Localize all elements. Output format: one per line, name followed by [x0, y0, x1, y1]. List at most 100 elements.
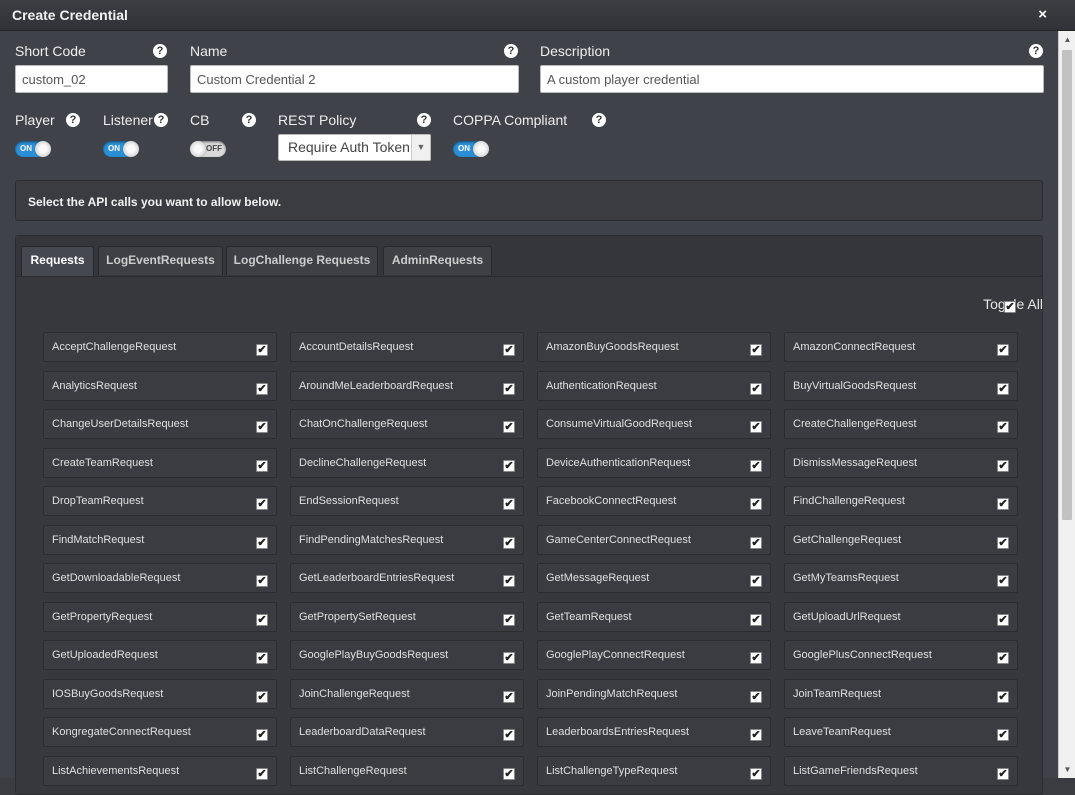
request-checkbox[interactable]: ✔ — [750, 344, 762, 356]
coppa-toggle[interactable]: ON — [453, 141, 489, 157]
request-item[interactable]: GooglePlayConnectRequest ✔ — [537, 640, 771, 670]
tab-log-event-requests[interactable]: LogEventRequests — [98, 246, 223, 275]
request-item[interactable]: FindMatchRequest ✔ — [43, 525, 277, 555]
request-checkbox[interactable]: ✔ — [750, 614, 762, 626]
cb-toggle[interactable]: OFF — [190, 141, 226, 157]
vertical-scrollbar[interactable]: ▲ ▼ — [1058, 31, 1075, 778]
request-checkbox[interactable]: ✔ — [503, 344, 515, 356]
request-item[interactable]: DropTeamRequest ✔ — [43, 486, 277, 516]
scroll-up-icon[interactable]: ▲ — [1059, 31, 1075, 48]
request-item[interactable]: CreateTeamRequest ✔ — [43, 448, 277, 478]
rest-policy-help-icon[interactable]: ? — [417, 113, 431, 127]
request-item[interactable]: GetLeaderboardEntriesRequest ✔ — [290, 563, 524, 593]
close-icon[interactable]: × — [1038, 6, 1047, 23]
listener-help-icon[interactable]: ? — [154, 113, 168, 127]
request-checkbox[interactable]: ✔ — [750, 421, 762, 433]
request-checkbox[interactable]: ✔ — [256, 344, 268, 356]
request-checkbox[interactable]: ✔ — [750, 768, 762, 780]
cb-help-icon[interactable]: ? — [242, 113, 256, 127]
request-checkbox[interactable]: ✔ — [750, 460, 762, 472]
request-checkbox[interactable]: ✔ — [997, 729, 1009, 741]
description-input[interactable] — [540, 65, 1044, 93]
request-item[interactable]: AuthenticationRequest ✔ — [537, 371, 771, 401]
request-checkbox[interactable]: ✔ — [997, 575, 1009, 587]
name-help-icon[interactable]: ? — [504, 44, 518, 58]
request-item[interactable]: DismissMessageRequest ✔ — [784, 448, 1018, 478]
request-item[interactable]: GetPropertySetRequest ✔ — [290, 602, 524, 632]
request-item[interactable]: AnalyticsRequest ✔ — [43, 371, 277, 401]
request-checkbox[interactable]: ✔ — [256, 691, 268, 703]
short-code-input[interactable] — [15, 65, 168, 93]
request-checkbox[interactable]: ✔ — [997, 498, 1009, 510]
request-checkbox[interactable]: ✔ — [256, 421, 268, 433]
request-item[interactable]: LeaderboardDataRequest ✔ — [290, 717, 524, 747]
request-checkbox[interactable]: ✔ — [750, 575, 762, 587]
request-checkbox[interactable]: ✔ — [503, 768, 515, 780]
request-item[interactable]: GetUploadedRequest ✔ — [43, 640, 277, 670]
request-checkbox[interactable]: ✔ — [256, 768, 268, 780]
request-checkbox[interactable]: ✔ — [256, 575, 268, 587]
request-checkbox[interactable]: ✔ — [750, 383, 762, 395]
request-item[interactable]: ConsumeVirtualGoodRequest ✔ — [537, 409, 771, 439]
request-checkbox[interactable]: ✔ — [503, 383, 515, 395]
request-item[interactable]: JoinChallengeRequest ✔ — [290, 679, 524, 709]
request-item[interactable]: CreateChallengeRequest ✔ — [784, 409, 1018, 439]
player-toggle[interactable]: ON — [15, 141, 51, 157]
request-checkbox[interactable]: ✔ — [997, 460, 1009, 472]
request-checkbox[interactable]: ✔ — [503, 498, 515, 510]
request-item[interactable]: JoinTeamRequest ✔ — [784, 679, 1018, 709]
request-checkbox[interactable]: ✔ — [503, 460, 515, 472]
name-input[interactable] — [190, 65, 519, 93]
request-item[interactable]: GetUploadUrlRequest ✔ — [784, 602, 1018, 632]
request-checkbox[interactable]: ✔ — [997, 421, 1009, 433]
request-checkbox[interactable]: ✔ — [503, 652, 515, 664]
request-item[interactable]: AccountDetailsRequest ✔ — [290, 332, 524, 362]
request-checkbox[interactable]: ✔ — [503, 421, 515, 433]
request-item[interactable]: FindPendingMatchesRequest ✔ — [290, 525, 524, 555]
tab-admin-requests[interactable]: AdminRequests — [383, 246, 492, 275]
request-item[interactable]: GetPropertyRequest ✔ — [43, 602, 277, 632]
request-item[interactable]: LeaderboardsEntriesRequest ✔ — [537, 717, 771, 747]
request-item[interactable]: GooglePlusConnectRequest ✔ — [784, 640, 1018, 670]
scroll-thumb[interactable] — [1062, 50, 1072, 520]
request-item[interactable]: LeaveTeamRequest ✔ — [784, 717, 1018, 747]
request-checkbox[interactable]: ✔ — [503, 575, 515, 587]
request-checkbox[interactable]: ✔ — [750, 537, 762, 549]
toggle-all-checkbox[interactable]: ✔ — [1004, 301, 1016, 313]
request-item[interactable]: AcceptChallengeRequest ✔ — [43, 332, 277, 362]
request-item[interactable]: DeviceAuthenticationRequest ✔ — [537, 448, 771, 478]
request-item[interactable]: FindChallengeRequest ✔ — [784, 486, 1018, 516]
request-checkbox[interactable]: ✔ — [256, 460, 268, 472]
request-item[interactable]: DeclineChallengeRequest ✔ — [290, 448, 524, 478]
scroll-down-icon[interactable]: ▼ — [1059, 761, 1075, 778]
player-help-icon[interactable]: ? — [66, 113, 80, 127]
tab-requests[interactable]: Requests — [21, 246, 94, 276]
request-checkbox[interactable]: ✔ — [750, 652, 762, 664]
request-checkbox[interactable]: ✔ — [750, 498, 762, 510]
request-checkbox[interactable]: ✔ — [997, 537, 1009, 549]
request-item[interactable]: KongregateConnectRequest ✔ — [43, 717, 277, 747]
request-checkbox[interactable]: ✔ — [256, 652, 268, 664]
request-item[interactable]: ListChallengeRequest ✔ — [290, 756, 524, 786]
request-checkbox[interactable]: ✔ — [997, 652, 1009, 664]
request-checkbox[interactable]: ✔ — [256, 383, 268, 395]
request-checkbox[interactable]: ✔ — [997, 691, 1009, 703]
request-checkbox[interactable]: ✔ — [503, 537, 515, 549]
request-item[interactable]: GooglePlayBuyGoodsRequest ✔ — [290, 640, 524, 670]
request-checkbox[interactable]: ✔ — [256, 537, 268, 549]
request-item[interactable]: AroundMeLeaderboardRequest ✔ — [290, 371, 524, 401]
request-checkbox[interactable]: ✔ — [750, 691, 762, 703]
request-checkbox[interactable]: ✔ — [997, 344, 1009, 356]
request-checkbox[interactable]: ✔ — [997, 614, 1009, 626]
request-item[interactable]: GetDownloadableRequest ✔ — [43, 563, 277, 593]
request-item[interactable]: FacebookConnectRequest ✔ — [537, 486, 771, 516]
request-item[interactable]: GetTeamRequest ✔ — [537, 602, 771, 632]
request-item[interactable]: ListGameFriendsRequest ✔ — [784, 756, 1018, 786]
request-checkbox[interactable]: ✔ — [750, 729, 762, 741]
request-item[interactable]: AmazonBuyGoodsRequest ✔ — [537, 332, 771, 362]
rest-policy-select[interactable]: Require Auth Token ▼ — [278, 134, 431, 161]
tab-log-challenge-requests[interactable]: LogChallenge Requests — [226, 246, 378, 275]
request-item[interactable]: GetMessageRequest ✔ — [537, 563, 771, 593]
request-checkbox[interactable]: ✔ — [256, 498, 268, 510]
request-checkbox[interactable]: ✔ — [997, 768, 1009, 780]
